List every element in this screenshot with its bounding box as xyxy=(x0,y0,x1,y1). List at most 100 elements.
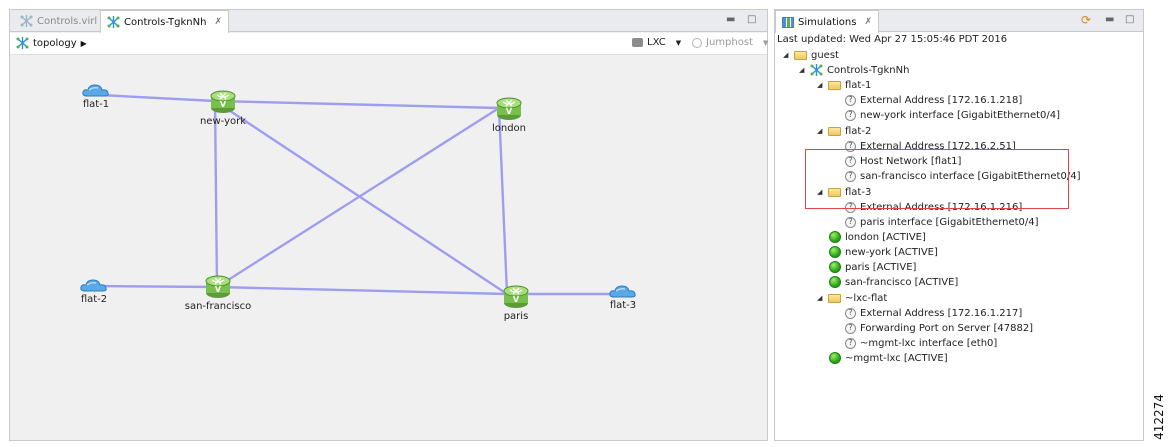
tree-node-simulation[interactable]: ◢ Controls-TgknNh xyxy=(799,63,909,77)
expand-triangle-icon[interactable]: ◢ xyxy=(799,66,806,74)
cloud-node-flat-1[interactable]: flat-1 xyxy=(51,82,141,110)
link-newyork-sanfrancisco xyxy=(213,99,219,289)
tree-label: External Address [172.16.1.217] xyxy=(860,307,1023,319)
help-icon: ? xyxy=(845,201,856,213)
tree-node-flat-1[interactable]: ◢ flat-1 xyxy=(817,78,871,92)
maximize-icon[interactable]: □ xyxy=(747,14,756,25)
tree-label: guest xyxy=(811,49,839,61)
router-node-paris[interactable]: V paris xyxy=(471,284,561,322)
help-icon: ? xyxy=(845,170,856,182)
svg-text:V: V xyxy=(513,295,520,304)
tree-node-paris[interactable]: paris [ACTIVE] xyxy=(829,260,916,274)
tree-label: External Address [172.16.1.218] xyxy=(860,94,1023,106)
router-node-new-york[interactable]: V new-york xyxy=(178,89,268,127)
tree-item[interactable]: ? paris interface [GigabitEthernet0/4] xyxy=(845,215,1039,229)
cloud-icon xyxy=(80,279,107,292)
chevron-right-icon: ▶ xyxy=(80,38,87,48)
maximize-icon[interactable]: □ xyxy=(1125,14,1134,25)
lxc-dropdown[interactable]: LXC ▼ xyxy=(632,37,681,48)
tree-label: flat-3 xyxy=(845,186,872,198)
sync-icon[interactable]: ⟳ xyxy=(1081,13,1091,27)
router-icon: V xyxy=(210,90,236,113)
svg-text:V: V xyxy=(215,285,222,294)
node-label: flat-2 xyxy=(80,294,108,305)
tree-item[interactable]: ? san-francisco interface [GigabitEthern… xyxy=(845,169,1080,183)
cloud-node-flat-2[interactable]: flat-2 xyxy=(49,277,139,305)
tree-node-lxc-flat[interactable]: ◢ ~lxc-flat xyxy=(817,291,887,305)
expand-triangle-icon[interactable]: ◢ xyxy=(817,188,824,196)
status-active-icon xyxy=(829,276,841,288)
tree-item[interactable]: ? External Address [172.16.1.217] xyxy=(845,306,1022,320)
router-node-london[interactable]: V london xyxy=(464,96,554,134)
expand-triangle-icon[interactable]: ◢ xyxy=(817,81,824,89)
close-icon[interactable]: ✗ xyxy=(214,17,222,27)
tree-node-london[interactable]: london [ACTIVE] xyxy=(829,230,926,244)
folder-icon xyxy=(828,80,841,90)
tree-node-flat-2[interactable]: ◢ flat-2 xyxy=(817,124,871,138)
router-icon: V xyxy=(205,275,231,298)
jumphost-label: Jumphost xyxy=(706,37,753,48)
tree-label: new-york interface [GigabitEthernet0/4] xyxy=(860,109,1061,121)
tree-label: flat-1 xyxy=(845,79,872,91)
topology-canvas[interactable]: flat-1 flat-2 flat-3 V new-york V london… xyxy=(10,56,767,440)
tree-node-san-francisco[interactable]: san-francisco [ACTIVE] xyxy=(829,275,958,289)
router-icon: V xyxy=(503,285,529,308)
svg-text:V: V xyxy=(220,100,227,109)
tree-node-flat-3[interactable]: ◢ flat-3 xyxy=(817,185,871,199)
topology-editor: Controls.virl Controls-TgknNh ✗ ▬ □ topo… xyxy=(9,9,768,441)
tree-label: san-francisco [ACTIVE] xyxy=(845,276,959,288)
topology-links xyxy=(92,93,623,296)
jumphost-dropdown[interactable]: Jumphost ▼ xyxy=(692,37,768,48)
minimize-icon[interactable]: ▬ xyxy=(1105,14,1114,25)
tree-node-guest[interactable]: ◢ guest xyxy=(783,48,839,62)
tree-item[interactable]: ? Forwarding Port on Server [47882] xyxy=(845,321,1033,335)
status-active-icon xyxy=(829,231,841,243)
last-updated-text: Last updated: Wed Apr 27 15:05:46 PDT 20… xyxy=(777,34,1008,45)
status-active-icon xyxy=(829,352,841,364)
tree-item[interactable]: ? ~mgmt-lxc interface [eth0] xyxy=(845,336,997,350)
help-icon: ? xyxy=(845,155,856,167)
tab-controls-virl[interactable]: Controls.virl xyxy=(14,10,103,32)
cloud-node-flat-3[interactable]: flat-3 xyxy=(578,283,668,311)
router-node-san-francisco[interactable]: V san-francisco xyxy=(173,274,263,312)
node-label: san-francisco xyxy=(184,301,252,312)
lxc-icon xyxy=(632,38,643,47)
folder-icon xyxy=(828,293,841,303)
tree-node-mgmt-lxc[interactable]: ~mgmt-lxc [ACTIVE] xyxy=(829,351,948,365)
tree-label: Controls-TgknNh xyxy=(827,64,910,76)
figure-id: 412274 xyxy=(1148,394,1166,440)
minimize-icon[interactable]: ▬ xyxy=(726,14,735,25)
help-icon: ? xyxy=(845,337,856,349)
tree-label: Forwarding Port on Server [47882] xyxy=(860,322,1034,334)
help-icon: ? xyxy=(845,322,856,334)
node-label: london xyxy=(491,123,527,134)
tree-item[interactable]: ? new-york interface [GigabitEthernet0/4… xyxy=(845,108,1060,122)
cloud-icon xyxy=(82,84,109,97)
tab-controls-tgknnh[interactable]: Controls-TgknNh ✗ xyxy=(100,10,229,33)
close-icon[interactable]: ✗ xyxy=(864,17,872,27)
tree-item[interactable]: ? External Address [172.16.2.51] xyxy=(845,139,1016,153)
help-icon: ? xyxy=(845,94,856,106)
chevron-down-icon: ▼ xyxy=(675,38,682,47)
tree-label: ~lxc-flat xyxy=(845,292,888,304)
tab-simulations[interactable]: Simulations ✗ xyxy=(775,10,880,33)
tree-label: san-francisco interface [GigabitEthernet… xyxy=(860,170,1081,182)
expand-triangle-icon[interactable]: ◢ xyxy=(817,294,824,302)
folder-icon xyxy=(828,126,841,136)
expand-triangle-icon[interactable]: ◢ xyxy=(783,51,790,59)
tab-label: Simulations xyxy=(798,16,857,28)
tree-item[interactable]: ? External Address [172.16.1.218] xyxy=(845,93,1022,107)
topology-icon xyxy=(16,37,29,49)
jumphost-icon xyxy=(692,37,702,48)
help-icon: ? xyxy=(845,307,856,319)
help-icon: ? xyxy=(845,109,856,121)
tree-label: Host Network [flat1] xyxy=(860,155,962,167)
tree-item[interactable]: ? External Address [172.16.1.216] xyxy=(845,200,1022,214)
tree-label: paris [ACTIVE] xyxy=(845,261,917,273)
tree-node-new-york[interactable]: new-york [ACTIVE] xyxy=(829,245,938,259)
editor-tab-bar: Controls.virl Controls-TgknNh ✗ ▬ □ xyxy=(10,10,767,33)
expand-triangle-icon[interactable]: ◢ xyxy=(817,127,824,135)
figure-id-text: 412274 xyxy=(1151,394,1166,440)
tree-item[interactable]: ? Host Network [flat1] xyxy=(845,154,961,168)
topology-dropdown[interactable]: topology ▶ xyxy=(16,37,87,49)
